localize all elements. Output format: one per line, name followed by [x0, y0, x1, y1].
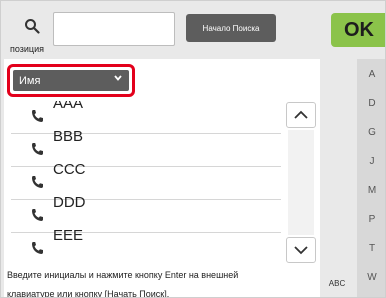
- scrollbar-track[interactable]: [288, 130, 314, 235]
- chevron-down-icon: [294, 246, 308, 255]
- contact-row[interactable]: AAA: [11, 101, 281, 134]
- contact-name: DDD: [53, 194, 86, 211]
- scroll-up-button[interactable]: [286, 102, 316, 128]
- contact-row[interactable]: DDD: [11, 194, 281, 233]
- phone-icon: [32, 143, 43, 155]
- phone-icon: [32, 242, 43, 254]
- sort-selected-value: Имя: [19, 74, 41, 87]
- search-button[interactable]: [15, 11, 49, 41]
- alphabet-index: A D G J M P T W: [357, 59, 385, 297]
- alphabet-index-letter[interactable]: T: [357, 243, 385, 254]
- alphabet-index-letter[interactable]: M: [357, 185, 385, 196]
- chevron-up-icon: [294, 110, 308, 119]
- contact-row[interactable]: EEE: [11, 227, 281, 261]
- contact-name: FFF: [53, 260, 81, 261]
- scroll-down-button[interactable]: [286, 237, 316, 263]
- phone-icon: [32, 176, 43, 188]
- alphabet-index-letter[interactable]: D: [357, 98, 385, 109]
- start-search-button[interactable]: Начало Поиска: [186, 14, 276, 42]
- sort-select[interactable]: Имя: [13, 70, 129, 91]
- phone-icon: [32, 209, 43, 221]
- ok-button[interactable]: OK: [331, 13, 385, 47]
- contact-row[interactable]: BBB: [11, 128, 281, 167]
- contact-row[interactable]: CCC: [11, 161, 281, 200]
- contact-name: BBB: [53, 128, 84, 145]
- phone-icon: [32, 110, 43, 122]
- search-hint-line-1: Введите инициалы и нажмите кнопку Enter …: [7, 270, 239, 280]
- contact-name: AAA: [53, 101, 84, 112]
- alphabet-index-letter[interactable]: W: [357, 272, 385, 283]
- abc-button[interactable]: ABC: [325, 276, 349, 290]
- search-icon: [25, 19, 40, 34]
- search-input[interactable]: [53, 12, 175, 46]
- search-hint-line-2: клавиатуре или кнопку [Начать Поиск].: [7, 289, 170, 298]
- position-label: позиция: [10, 44, 44, 54]
- alphabet-index-letter[interactable]: P: [357, 214, 385, 225]
- contact-name: CCC: [53, 161, 86, 178]
- search-hint: Введите инициалы и нажмите кнопку Enter …: [7, 266, 307, 298]
- alphabet-index-letter[interactable]: A: [357, 69, 385, 80]
- address-book-search-screen: Начало Поиска OK позиция Имя AAA BBB CCC DD…: [0, 0, 386, 298]
- alphabet-index-letter[interactable]: G: [357, 127, 385, 138]
- contact-name: EEE: [53, 227, 84, 244]
- chevron-down-icon: [114, 75, 122, 81]
- alphabet-index-letter[interactable]: J: [357, 156, 385, 167]
- contact-list: AAA BBB CCC DDD EEE FFF: [11, 101, 281, 261]
